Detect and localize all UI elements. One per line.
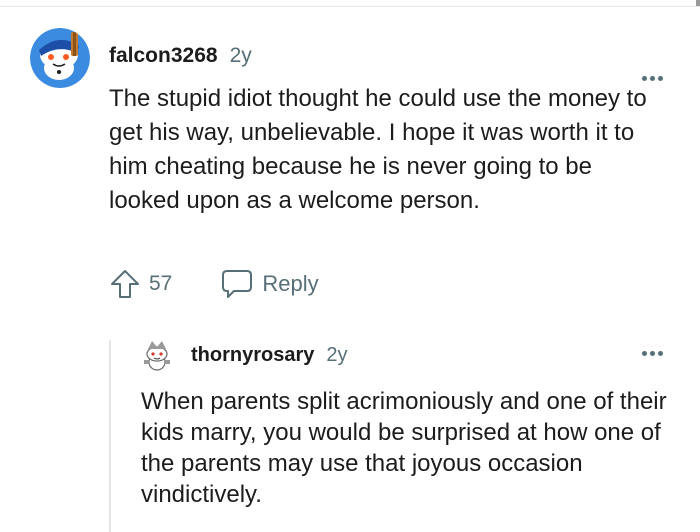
comment-text: When parents split acrimoniously and one… xyxy=(141,388,667,508)
comment-text: The stupid idiot thought he could use th… xyxy=(109,85,647,214)
avatar[interactable] xyxy=(140,338,174,372)
comment-meta: falcon3268 2y xyxy=(109,44,252,68)
snoo-avatar-icon xyxy=(144,341,170,371)
username-link[interactable]: thornyrosary xyxy=(191,344,314,367)
more-options-icon[interactable] xyxy=(642,351,663,356)
upvote-button[interactable]: 57 xyxy=(109,268,172,300)
comment-age: 2y xyxy=(326,344,348,366)
comment-age: 2y xyxy=(229,44,252,67)
speech-bubble-icon xyxy=(222,270,253,298)
top-divider xyxy=(0,0,700,7)
comment-actions: 57 Reply xyxy=(109,268,319,300)
more-options-icon[interactable] xyxy=(642,76,663,81)
reply-label: Reply xyxy=(262,271,319,296)
reply-button[interactable]: Reply xyxy=(220,268,319,300)
comment-meta: thornyrosary 2y xyxy=(191,344,348,367)
thread-line[interactable] xyxy=(109,340,111,532)
vote-count: 57 xyxy=(149,272,173,295)
snoo-avatar-icon xyxy=(30,28,90,88)
avatar[interactable] xyxy=(30,28,90,88)
upvote-arrow-icon xyxy=(111,270,139,298)
username-link[interactable]: falcon3268 xyxy=(109,44,218,68)
scrollbar-edge[interactable] xyxy=(696,0,700,6)
